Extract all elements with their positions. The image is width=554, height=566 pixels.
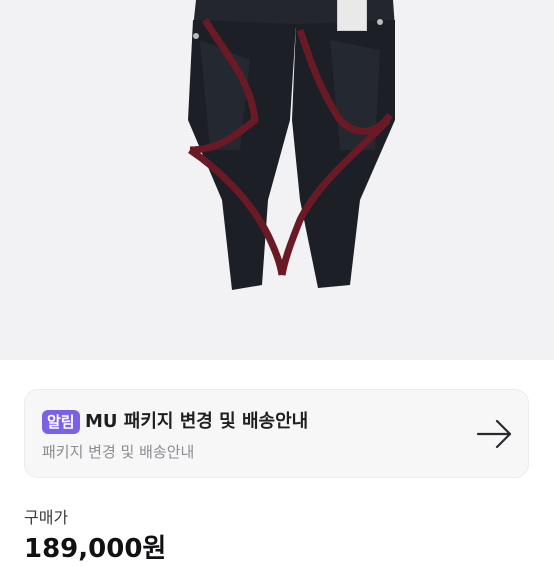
product-image[interactable] [0,0,554,360]
price-value: 189,000원 [24,534,167,564]
notice-card[interactable]: 알림 MU 패키지 변경 및 배송안내 패키지 변경 및 배송안내 [24,389,529,478]
notice-subtitle: 패키지 변경 및 배송안내 [42,443,195,461]
notice-title: MU 패키지 변경 및 배송안내 [85,411,309,432]
pants-illustration [188,0,395,290]
arrow-right-icon[interactable] [475,418,515,450]
price-tag-graphic [337,0,367,31]
notice-badge: 알림 [42,410,80,434]
price-label: 구매가 [24,508,69,527]
